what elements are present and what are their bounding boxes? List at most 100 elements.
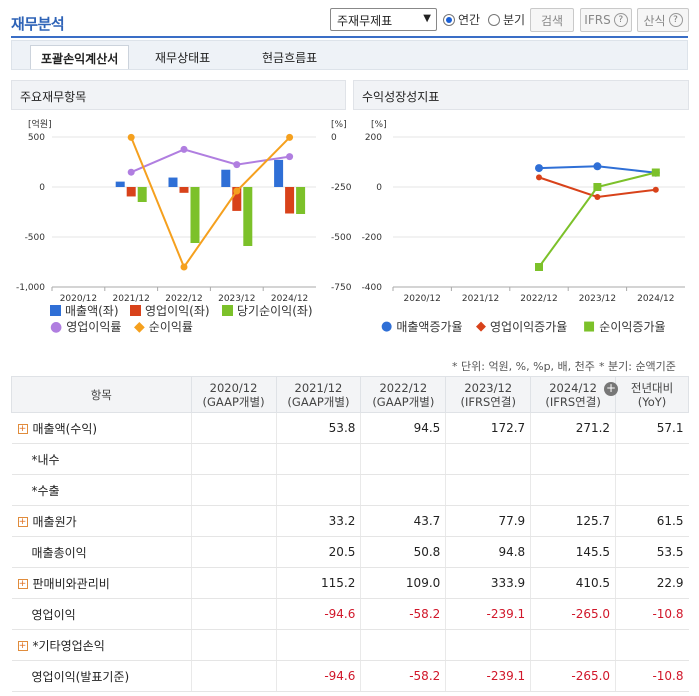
- table-cell: [190, 629, 276, 661]
- tab-cash-flow[interactable]: 현금흐름표: [252, 45, 327, 69]
- table-cell: 50.8: [360, 536, 446, 568]
- add-column-icon[interactable]: +: [604, 382, 618, 396]
- point-1: [594, 194, 601, 200]
- table-cell: [615, 474, 689, 506]
- row-label: + *기타영업손익: [11, 629, 192, 661]
- point-1: [536, 174, 542, 181]
- table-cell: 271.2: [530, 412, 616, 444]
- radio-quarter[interactable]: 분기: [488, 11, 525, 28]
- expand-icon[interactable]: +: [17, 641, 28, 651]
- help-icon: ?: [613, 13, 628, 27]
- x-tick-label: 2021/12: [462, 294, 499, 304]
- row-label: *수출: [11, 474, 192, 506]
- table-cell: 94.8: [445, 536, 531, 568]
- radio-on-icon: [443, 13, 455, 26]
- point-4: [286, 133, 294, 141]
- table-row: *수출: [11, 474, 689, 506]
- bar-2: [190, 187, 200, 243]
- statement-tabs: 포괄손익계산서 재무상태표 현금흐름표: [11, 40, 688, 70]
- help-icon: ?: [668, 13, 683, 27]
- table-cell: 20.5: [275, 536, 361, 568]
- point-0: [535, 164, 543, 173]
- right-tick-label: -750: [331, 283, 351, 293]
- table-cell: -239.1: [445, 660, 531, 692]
- bar-0: [115, 181, 125, 187]
- row-name: 매출총이익: [31, 545, 87, 560]
- legend-swatch: [130, 305, 141, 316]
- table-cell: [615, 629, 689, 661]
- point-3: [233, 161, 241, 169]
- legend-revenue: 매출액(좌): [50, 302, 119, 319]
- dot-icon: ●: [381, 319, 393, 334]
- table-cell: -10.8: [615, 660, 689, 692]
- header-divider: [11, 36, 688, 38]
- table-cell: -94.6: [275, 598, 361, 630]
- search-button[interactable]: 검색: [530, 8, 574, 32]
- row-name: *수출: [31, 483, 60, 498]
- statement-type-select[interactable]: 주재무제표 ▼: [330, 8, 437, 31]
- point-2: [651, 168, 660, 177]
- right-tick-label: -250: [331, 183, 351, 193]
- table-cell: -10.8: [615, 598, 689, 630]
- bar-2: [296, 187, 306, 214]
- row-label: 매출총이익: [11, 536, 192, 568]
- row-label: 영업이익(발표기준): [11, 660, 192, 692]
- legend-revenue-growth: ● 매출액증가율: [381, 319, 463, 334]
- column-header: 전년대비 (YoY): [615, 376, 689, 413]
- legend-operating-income: 영업이익(좌): [130, 302, 210, 319]
- bar-2: [137, 187, 147, 202]
- bar-1: [285, 187, 295, 214]
- table-row: + 판매비와관리비 115.2 109.0 333.9 410.5 22.9: [11, 567, 689, 599]
- y-tick-label: -400: [362, 283, 383, 293]
- point-1: [652, 186, 659, 193]
- row-name: 매출액(수익): [32, 421, 98, 436]
- bar-2: [243, 187, 253, 246]
- legend-net-growth: ■ 순이익증가율: [583, 319, 666, 334]
- ifrs-button[interactable]: IFRS?: [580, 8, 632, 32]
- formula-button[interactable]: 산식?: [637, 8, 689, 32]
- table-cell: 33.2: [275, 505, 361, 537]
- quarter-note: * 분기: 순액기준: [599, 360, 676, 373]
- right-axis-unit: [%]: [331, 120, 347, 130]
- legend-net-income: 당기순이익(좌): [222, 302, 313, 319]
- table-cell: 109.0: [360, 567, 446, 599]
- table-row: *내수: [11, 443, 689, 475]
- financials-chart: [억원] [%]5000-500-1,0000-250-500-7502020/1…: [16, 118, 351, 304]
- table-cell: -239.1: [445, 598, 531, 630]
- expand-icon[interactable]: +: [17, 424, 28, 434]
- column-header: 2024/12 (IFRS연결): [530, 376, 617, 413]
- table-row: 매출총이익 20.5 50.8 94.8 145.5 53.5: [11, 536, 689, 568]
- expand-icon[interactable]: +: [17, 579, 28, 589]
- table-row: 영업이익 -94.6 -58.2 -239.1 -265.0 -10.8: [11, 598, 689, 630]
- row-label: *내수: [11, 443, 192, 475]
- table-cell: [190, 567, 276, 599]
- expand-icon[interactable]: +: [17, 517, 28, 527]
- table-row: + *기타영업손익: [11, 629, 689, 661]
- left-tick-label: -1,000: [16, 283, 45, 293]
- row-label: 영업이익: [11, 598, 192, 630]
- table-cell: [275, 474, 361, 506]
- column-header: 2021/12 (GAAP개별): [275, 376, 362, 413]
- column-header: 2023/12 (IFRS연결): [445, 376, 532, 413]
- left-tick-label: 500: [28, 133, 45, 143]
- chevron-down-icon: ▼: [423, 13, 431, 24]
- table-cell: 172.7: [445, 412, 531, 444]
- table-cell: 61.5: [615, 505, 689, 537]
- legend-op-margin: ● 영업이익률: [50, 318, 122, 335]
- right-tick-label: 0: [331, 133, 337, 143]
- legend-swatch: [50, 305, 61, 316]
- tab-balance-sheet[interactable]: 재무상태표: [145, 45, 220, 69]
- row-name: 영업이익: [31, 607, 76, 622]
- tab-income-statement[interactable]: 포괄손익계산서: [30, 45, 130, 69]
- right-panel-title: 수익성장성지표: [353, 80, 689, 110]
- right-tick-label: -500: [331, 233, 351, 243]
- radio-annual[interactable]: 연간: [443, 11, 480, 28]
- table-cell: -94.6: [275, 660, 361, 692]
- table-row: + 매출액(수익) 53.8 94.5 172.7 271.2 57.1: [11, 412, 689, 444]
- table-row: 영업이익(발표기준) -94.6 -58.2 -239.1 -265.0 -10.8: [11, 660, 689, 692]
- dot-icon: ◆: [134, 318, 145, 335]
- x-tick-label: 2024/12: [637, 294, 674, 304]
- table-cell: 125.7: [530, 505, 616, 537]
- table-cell: [615, 443, 689, 475]
- table-cell: [190, 598, 276, 630]
